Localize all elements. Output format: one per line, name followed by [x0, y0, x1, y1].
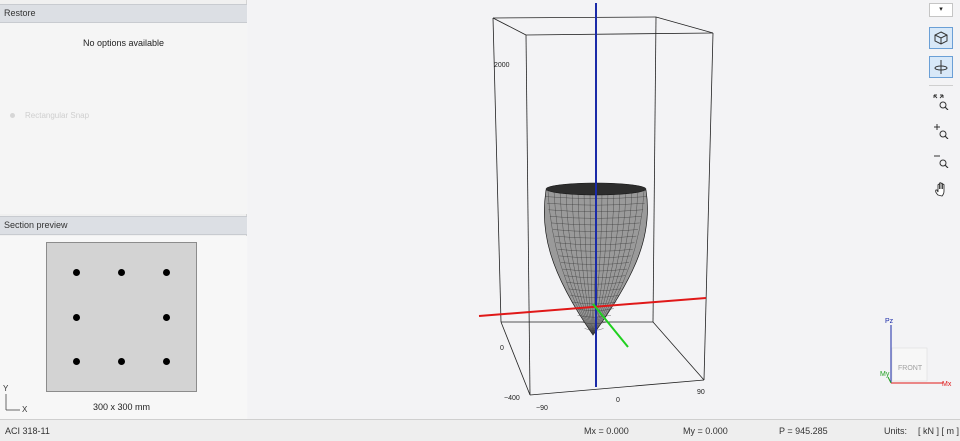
- rebar-dot: [118, 269, 125, 277]
- zoom-in-button[interactable]: [929, 120, 953, 142]
- rotate-axis-icon: [934, 60, 948, 74]
- cube-icon: [934, 31, 948, 45]
- view-dropdown-button[interactable]: ▾: [929, 3, 953, 17]
- section-preview-body: 300 x 300 mm Y X: [0, 236, 247, 419]
- design-code: ACI 318-11: [5, 426, 50, 436]
- section-axis-icon: Y X: [3, 384, 28, 414]
- rebar-dot: [162, 269, 170, 277]
- rectangular-snap-label: Rectangular Snap: [25, 111, 90, 120]
- rebar-dot: [118, 357, 125, 365]
- zoom-out-button[interactable]: [929, 149, 953, 171]
- rectangular-snap-option[interactable]: Rectangular Snap: [10, 111, 89, 120]
- left-panel: Restore No options available Rectangular…: [0, 0, 247, 419]
- rebar-dot: [162, 313, 170, 321]
- rebar-dot: [73, 269, 81, 277]
- p-readout: P = 945.285: [779, 426, 828, 436]
- restore-body: No options available Rectangular Snap: [0, 23, 247, 214]
- restore-header[interactable]: Restore: [0, 4, 247, 23]
- axis-y-label: Y: [3, 384, 9, 393]
- gizmo-mx-label: Mx: [942, 381, 952, 388]
- units-label: Units:: [884, 426, 908, 436]
- toolbar-divider: [929, 85, 953, 86]
- 3d-view-button[interactable]: [929, 27, 953, 49]
- zoom-extents-button[interactable]: [929, 91, 953, 113]
- my-readout: My = 0.000: [683, 426, 728, 436]
- rebar-dot: [73, 313, 81, 321]
- section-dimensions: 300 x 300 mm: [92, 402, 151, 412]
- section-square: [46, 242, 197, 392]
- rebar-dot: [73, 357, 81, 365]
- section-preview-header[interactable]: Section preview: [0, 216, 247, 235]
- front-cube-label: FRONT: [898, 365, 923, 372]
- units-value[interactable]: [ kN ] [ m ]: [918, 426, 959, 436]
- tick-2000: 2000: [494, 62, 510, 69]
- mx-readout: Mx = 0.000: [584, 426, 629, 436]
- tick-neg400: −400: [504, 395, 520, 402]
- tick-0-x: 0: [616, 397, 620, 404]
- rebar-dot: [162, 357, 170, 365]
- zoom-in-icon: [934, 124, 949, 139]
- no-options-message: No options available: [82, 38, 165, 48]
- view-toolbar: ▾: [929, 3, 955, 207]
- tick-neg90: −90: [536, 405, 548, 412]
- axis-x-label: X: [22, 405, 28, 414]
- hand-icon: [935, 182, 945, 197]
- 3d-viewport[interactable]: 2000 0 −400 −90 0 90 FRONT Pz Mx My ▾: [248, 0, 960, 419]
- zoom-out-icon: [934, 155, 949, 168]
- tick-0-z: 0: [500, 345, 504, 352]
- zoom-extents-icon: [933, 94, 949, 110]
- radio-icon: [10, 113, 15, 118]
- tick-90: 90: [697, 389, 705, 396]
- gizmo-my-label: My: [880, 371, 890, 378]
- orientation-gizmo[interactable]: FRONT Pz Mx My: [880, 318, 952, 388]
- rotate-view-button[interactable]: [929, 56, 953, 78]
- gizmo-pz-label: Pz: [885, 318, 894, 325]
- app-window: Restore No options available Rectangular…: [0, 0, 960, 441]
- pan-button[interactable]: [929, 178, 953, 200]
- status-bar: ACI 318-11 Mx = 0.000 My = 0.000 P = 945…: [0, 419, 960, 441]
- interaction-diagram[interactable]: 2000 0 −400 −90 0 90 FRONT Pz Mx My: [248, 0, 960, 419]
